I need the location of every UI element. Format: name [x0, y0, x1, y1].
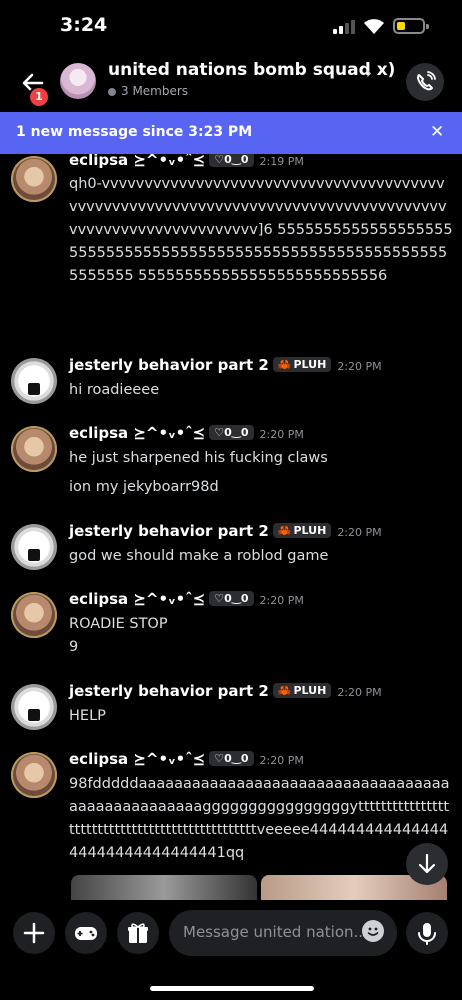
message-text: 98fdddddaaaaaaaaaaaaaaaaaaaaaaaaaaaaaaaa…	[69, 776, 450, 861]
battery-icon	[393, 18, 429, 34]
message-text: ROADIE STOP	[69, 616, 168, 632]
server-tag: ♡0‿0	[209, 154, 254, 167]
avatar[interactable]	[11, 684, 57, 730]
timestamp: 2:20 PM	[259, 428, 304, 441]
message-text: HELP	[69, 708, 106, 724]
timestamp: 2:20 PM	[337, 360, 382, 373]
home-indicator	[150, 986, 314, 991]
timestamp: 2:20 PM	[259, 594, 304, 607]
server-tag: ♡0‿0	[209, 591, 254, 606]
channel-header: 1 united nations bomb squad x) › 3 Membe…	[0, 56, 462, 112]
plus-icon[interactable]	[13, 912, 55, 954]
gamepad-icon[interactable]	[65, 912, 107, 954]
image-attachment[interactable]	[71, 875, 257, 900]
chevron-right-icon[interactable]: ›	[366, 64, 372, 82]
message-text: ion my jekyboarr98d	[69, 479, 219, 495]
emoji-icon[interactable]	[362, 920, 384, 942]
clock: 3:24	[60, 14, 108, 36]
message-list[interactable]: eclipsa ⪰^•ᵥ•ˆ⪯ ♡0‿0 2:19 PM qh0-vvvvvvvvv…	[0, 154, 462, 900]
avatar[interactable]	[11, 358, 57, 404]
message-author[interactable]: jesterly behavior part 2 🦀 PLUH 2:20 PM	[69, 356, 382, 374]
phone-call-icon[interactable]	[406, 63, 444, 101]
microphone-icon[interactable]	[406, 912, 448, 954]
message-text: 9	[69, 639, 79, 655]
status-bar: 3:24	[0, 0, 462, 56]
signal-icon	[333, 20, 357, 34]
server-tag: ♡0‿0	[209, 751, 254, 766]
message-composer: Message united nation...	[0, 900, 462, 1000]
message-author[interactable]: eclipsa ⪰^•ᵥ•ˆ⪯ ♡0‿0 2:19 PM	[69, 154, 304, 169]
timestamp: 2:20 PM	[259, 754, 304, 767]
server-tag: 🦀 PLUH	[272, 683, 332, 698]
member-count[interactable]: 3 Members	[108, 84, 188, 98]
avatar[interactable]	[11, 426, 57, 472]
status-dot-icon	[108, 87, 116, 96]
message-text: hi roadieeee	[69, 382, 160, 398]
group-avatar[interactable]	[60, 63, 96, 99]
message-text: god we should make a roblod game	[69, 548, 329, 564]
message-author[interactable]: jesterly behavior part 2 🦀 PLUH 2:20 PM	[69, 522, 382, 540]
message-author[interactable]: eclipsa ⪰^•ᵥ•ˆ⪯ ♡0‿0 2:20 PM	[69, 590, 304, 608]
avatar[interactable]	[11, 592, 57, 638]
timestamp: 2:20 PM	[337, 526, 382, 539]
avatar[interactable]	[11, 156, 57, 202]
arrow-down-icon[interactable]	[406, 843, 448, 885]
unread-badge: 1	[28, 86, 50, 108]
avatar[interactable]	[11, 524, 57, 570]
banner-text: 1 new message since 3:23 PM	[16, 124, 253, 140]
new-message-banner[interactable]: 1 new message since 3:23 PM ✕	[0, 112, 462, 154]
message-author[interactable]: eclipsa ⪰^•ᵥ•ˆ⪯ ♡0‿0 2:20 PM	[69, 424, 304, 442]
message-author[interactable]: jesterly behavior part 2 🦀 PLUH 2:20 PM	[69, 682, 382, 700]
wifi-icon	[362, 16, 386, 36]
message-author[interactable]: eclipsa ⪰^•ᵥ•ˆ⪯ ♡0‿0 2:20 PM	[69, 750, 304, 768]
close-icon[interactable]: ✕	[430, 122, 444, 142]
channel-title[interactable]: united nations bomb squad x)	[108, 60, 395, 80]
timestamp: 2:19 PM	[259, 155, 304, 168]
avatar[interactable]	[11, 752, 57, 798]
timestamp: 2:20 PM	[337, 686, 382, 699]
server-tag: ♡0‿0	[209, 425, 254, 440]
gift-icon[interactable]	[117, 912, 159, 954]
message-text: qh0-vvvvvvvvvvvvvvvvvvvvvvvvvvvvvvvvvvvv…	[69, 176, 453, 284]
server-tag: 🦀 PLUH	[272, 523, 332, 538]
message-text: he just sharpened his fucking claws	[69, 450, 328, 466]
message-input-placeholder: Message united nation...	[183, 923, 368, 941]
server-tag: 🦀 PLUH	[272, 357, 332, 372]
